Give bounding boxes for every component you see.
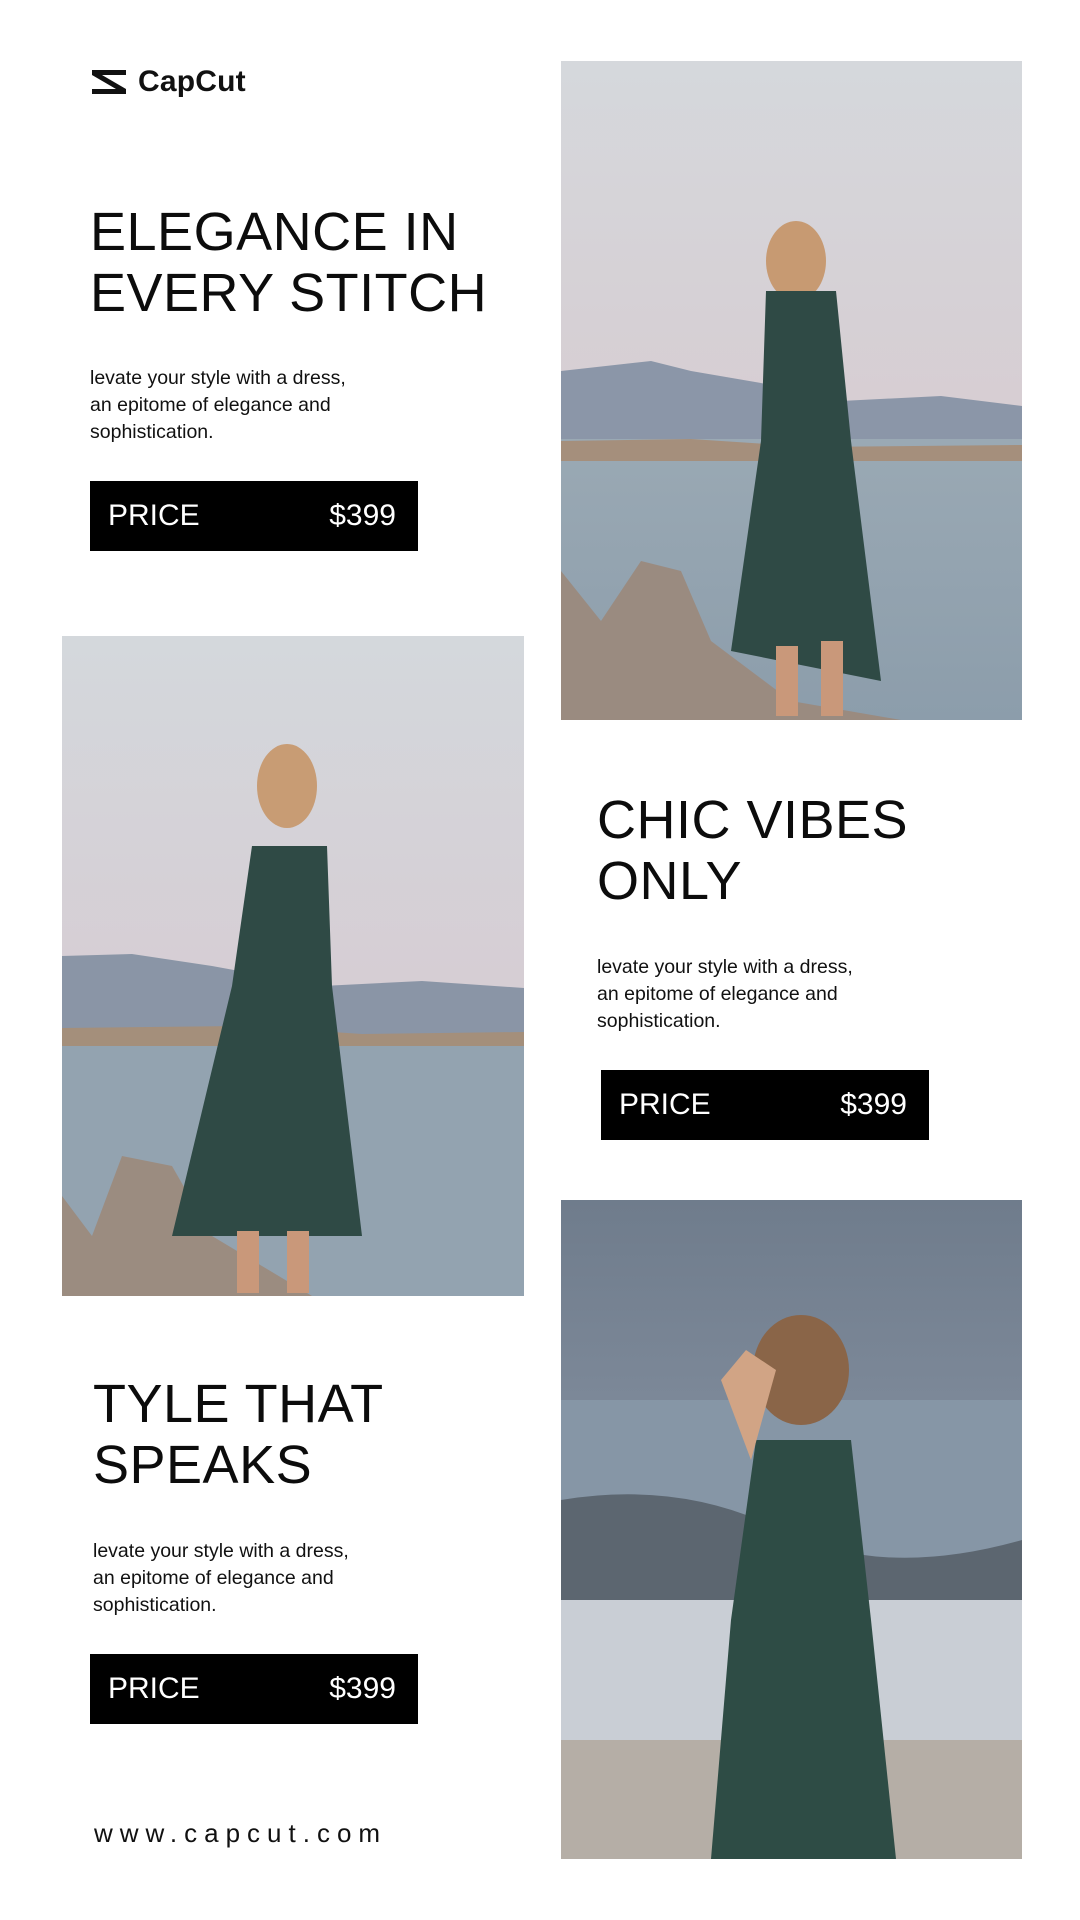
section-2-description: levate your style with a dress, an epitom… xyxy=(597,954,927,1035)
description-line: levate your style with a dress, xyxy=(93,1540,349,1562)
price-value: $399 xyxy=(329,499,396,532)
price-label: PRICE xyxy=(108,499,200,532)
headline-line: ONLY xyxy=(597,851,743,911)
price-value: $399 xyxy=(329,1672,396,1705)
headline-line: SPEAKS xyxy=(93,1435,313,1495)
footer-website-url[interactable]: www.capcut.com xyxy=(94,1818,387,1849)
model-photo-1 xyxy=(561,61,1022,720)
description-line: levate your style with a dress, xyxy=(90,367,346,389)
description-line: an epitome of elegance and xyxy=(93,1567,334,1589)
headline-line: TYLE THAT xyxy=(93,1374,384,1434)
price-tag: PRICE $399 xyxy=(601,1070,929,1140)
section-2-headline: CHIC VIBES ONLY xyxy=(597,790,908,912)
price-label: PRICE xyxy=(619,1088,711,1121)
brand-name: CapCut xyxy=(138,65,246,98)
description-line: an epitome of elegance and xyxy=(597,983,838,1005)
capcut-logo: CapCut xyxy=(90,65,246,98)
model-photo-3 xyxy=(561,1200,1022,1859)
description-line: levate your style with a dress, xyxy=(597,956,853,978)
price-tag: PRICE $399 xyxy=(90,481,418,551)
description-line: an epitome of elegance and xyxy=(90,394,331,416)
price-tag: PRICE $399 xyxy=(90,1654,418,1724)
headline-line: ELEGANCE IN xyxy=(90,202,459,262)
description-line: sophistication. xyxy=(597,1010,721,1032)
headline-line: EVERY STITCH xyxy=(90,263,488,323)
section-1-description: levate your style with a dress, an epitom… xyxy=(90,365,420,446)
section-3-headline: TYLE THAT SPEAKS xyxy=(93,1374,384,1496)
description-line: sophistication. xyxy=(93,1594,217,1616)
description-line: sophistication. xyxy=(90,421,214,443)
section-3-description: levate your style with a dress, an epitom… xyxy=(93,1538,423,1619)
price-value: $399 xyxy=(840,1088,907,1121)
section-1-headline: ELEGANCE IN EVERY STITCH xyxy=(90,202,487,324)
headline-line: CHIC VIBES xyxy=(597,790,909,850)
price-label: PRICE xyxy=(108,1672,200,1705)
model-photo-2 xyxy=(62,636,524,1296)
capcut-logo-icon xyxy=(92,70,126,94)
